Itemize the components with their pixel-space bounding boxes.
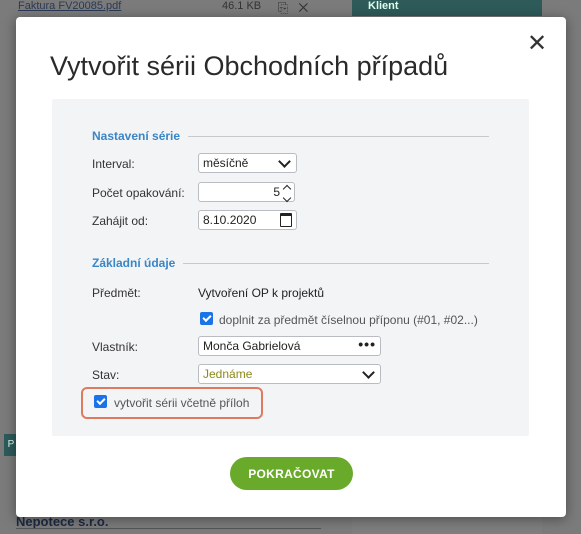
start-date-label: Zahájit od: [92, 214, 149, 228]
form-panel: Nastavení série Interval: měsíčně Počet … [52, 99, 529, 436]
suffix-checkbox-label[interactable]: doplnit za předmět číselnou příponu (#01… [219, 313, 478, 327]
repeat-count-stepper[interactable]: 5 [198, 182, 295, 202]
state-select[interactable]: Jednáme [198, 364, 381, 384]
owner-label: Vlastník: [92, 340, 139, 354]
suffix-checkbox[interactable] [200, 312, 213, 325]
state-label: Stav: [92, 368, 120, 382]
interval-value: měsíčně [203, 156, 249, 170]
section-title: Základní údaje [92, 256, 176, 270]
attachment-file-size: 46.1 KB [222, 0, 262, 12]
section-divider [183, 262, 489, 264]
owner-picker[interactable]: Monča Gabrielová ••• [198, 336, 381, 356]
interval-select[interactable]: měsíčně [198, 153, 297, 173]
subject-label: Předmět: [92, 286, 141, 300]
attachment-actions[interactable]: ⎘✕ [278, 0, 318, 16]
section-divider [188, 135, 489, 137]
start-date-input[interactable]: 8.10.2020 [198, 210, 297, 230]
delete-icon[interactable]: ✕ [298, 0, 318, 15]
chevron-down-icon [362, 365, 375, 379]
subject-value: Vytvoření OP k projektů [198, 286, 325, 300]
section-header-settings: Nastavení série [92, 129, 489, 143]
owner-value: Monča Gabrielová [203, 339, 301, 353]
attachment-file-link[interactable]: Faktura FV20085.pdf [18, 0, 121, 12]
chevron-down-icon [278, 154, 291, 168]
dialog-title: Vytvořit sérii Obchodních případů [50, 51, 449, 81]
attachments-highlight [81, 387, 263, 419]
more-options-icon[interactable]: ••• [358, 337, 376, 353]
client-header: Klient [352, 0, 542, 16]
repeat-count-label: Počet opakování: [92, 186, 185, 200]
state-value: Jednáme [203, 367, 253, 381]
close-icon[interactable]: ✕ [526, 32, 548, 56]
start-date-value: 8.10.2020 [203, 213, 257, 227]
interval-label: Interval: [92, 157, 135, 171]
continue-button[interactable]: POKRAČOVAT [230, 457, 353, 490]
section-header-basic: Základní údaje [92, 256, 489, 270]
create-series-dialog: ✕ Vytvořit sérii Obchodních případů Nast… [16, 17, 566, 517]
divider [16, 528, 321, 529]
file-icon[interactable]: ⎘ [278, 0, 298, 15]
section-title: Nastavení série [92, 129, 181, 143]
stepper-arrows-icon[interactable] [282, 184, 292, 202]
repeat-count-value: 5 [273, 185, 280, 199]
calendar-icon[interactable] [280, 213, 292, 227]
